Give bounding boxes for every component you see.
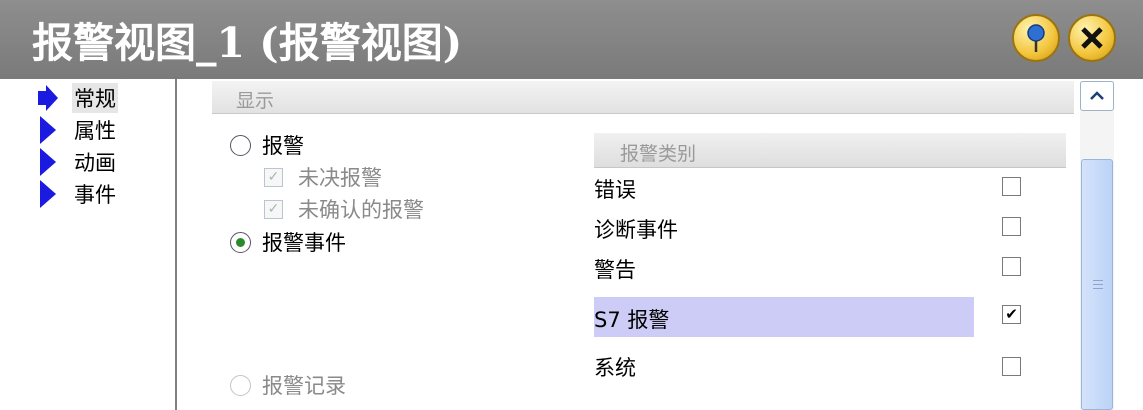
pin-icon bbox=[1027, 24, 1045, 52]
nav-item-events[interactable]: 事件 bbox=[38, 179, 118, 209]
main-panel: 显示 报警 ✓ 未决报警 ✓ 未确认的报警 报警事件 报警记录 报警类别 错误 … bbox=[212, 79, 1143, 410]
help-button[interactable] bbox=[1012, 14, 1060, 62]
category-row-warning[interactable]: 警告 bbox=[594, 247, 974, 287]
nav-item-label: 事件 bbox=[74, 183, 116, 207]
nav-panel: 常规 属性 动画 事件 bbox=[18, 79, 177, 410]
category-checkbox-diagnostic[interactable] bbox=[1002, 217, 1021, 236]
category-label: 错误 bbox=[594, 178, 636, 202]
alarms-radio[interactable] bbox=[230, 135, 251, 156]
category-row-system[interactable]: 系统 bbox=[594, 345, 974, 385]
window-title: 报警视图_1 (报警视图) bbox=[32, 19, 463, 67]
nav-item-properties[interactable]: 属性 bbox=[38, 115, 118, 145]
alarm-events-radio[interactable] bbox=[230, 232, 251, 253]
category-row-s7-alarm[interactable]: S7 报警 bbox=[594, 297, 974, 337]
chevron-up-icon bbox=[1090, 91, 1104, 100]
category-checkbox-system[interactable] bbox=[1002, 357, 1021, 376]
grip-line bbox=[1093, 288, 1103, 289]
category-label: S7 报警 bbox=[594, 308, 670, 332]
unacknowledged-checkbox[interactable]: ✓ bbox=[264, 200, 283, 219]
close-icon bbox=[1081, 27, 1103, 49]
nav-item-label: 常规 bbox=[72, 83, 118, 113]
alarm-log-label: 报警记录 bbox=[262, 374, 346, 398]
category-checkbox-error[interactable] bbox=[1002, 177, 1021, 196]
section-title: 显示 bbox=[236, 90, 275, 112]
nav-item-label: 属性 bbox=[74, 119, 116, 143]
category-label: 诊断事件 bbox=[594, 218, 678, 242]
nav-item-general[interactable]: 常规 bbox=[38, 83, 118, 113]
section-header: 显示 bbox=[212, 81, 1074, 114]
category-header-label: 报警类别 bbox=[620, 143, 697, 165]
triangle-arrow-icon bbox=[40, 148, 56, 176]
category-list-header: 报警类别 bbox=[594, 133, 1066, 168]
triangle-arrow-icon bbox=[40, 180, 56, 208]
nav-item-label: 动画 bbox=[74, 151, 116, 175]
diamond-arrow-icon bbox=[38, 85, 58, 111]
title-bar: 报警视图_1 (报警视图) bbox=[0, 0, 1143, 79]
scroll-thumb[interactable] bbox=[1081, 159, 1113, 410]
alarm-events-label: 报警事件 bbox=[262, 231, 346, 255]
grip-line bbox=[1093, 280, 1103, 281]
scroll-up-button[interactable] bbox=[1080, 81, 1114, 111]
unresolved-checkbox[interactable]: ✓ bbox=[264, 168, 283, 187]
category-checkbox-s7-alarm[interactable]: ✔ bbox=[1002, 305, 1021, 324]
unresolved-label: 未决报警 bbox=[298, 166, 382, 190]
category-row-diagnostic[interactable]: 诊断事件 bbox=[594, 207, 974, 247]
nav-item-animation[interactable]: 动画 bbox=[38, 147, 118, 177]
unacknowledged-label: 未确认的报警 bbox=[298, 198, 424, 222]
category-label: 系统 bbox=[594, 356, 636, 380]
triangle-arrow-icon bbox=[40, 116, 56, 144]
close-button[interactable] bbox=[1068, 14, 1116, 62]
category-label: 警告 bbox=[594, 258, 636, 282]
vertical-scrollbar[interactable] bbox=[1080, 81, 1114, 410]
category-checkbox-warning[interactable] bbox=[1002, 257, 1021, 276]
category-row-error[interactable]: 错误 bbox=[594, 167, 974, 207]
alarm-log-radio[interactable] bbox=[230, 375, 251, 396]
alarms-label: 报警 bbox=[262, 134, 304, 158]
grip-line bbox=[1093, 284, 1103, 285]
